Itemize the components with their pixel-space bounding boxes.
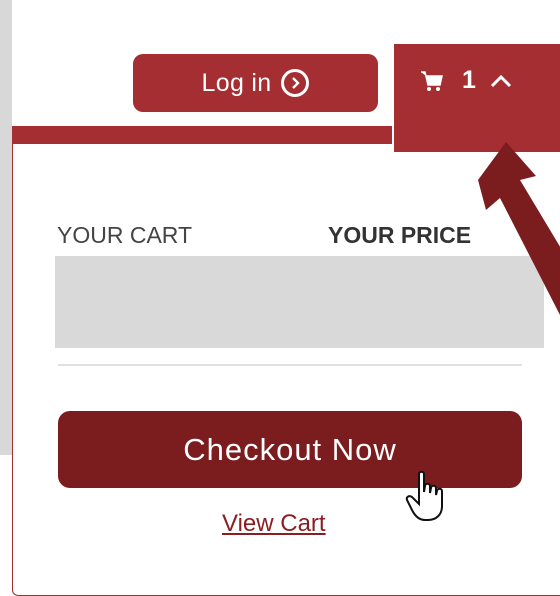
cart-toggle-button[interactable]: 1 <box>392 42 560 154</box>
view-cart-link[interactable]: View Cart <box>222 510 326 538</box>
column-your-price: YOUR PRICE <box>328 222 472 248</box>
column-your-cart: YOUR CART <box>57 222 193 248</box>
cart-count: 1 <box>462 66 476 94</box>
arrow-annotation-icon <box>478 142 560 315</box>
checkout-now-button[interactable]: Checkout Now <box>58 411 522 488</box>
chevron-right-circle-icon <box>281 69 310 97</box>
hand-pointer-icon <box>405 470 443 521</box>
login-button[interactable]: Log in <box>133 54 378 112</box>
shopping-cart-icon <box>421 70 443 91</box>
cart-divider <box>58 364 522 366</box>
login-label: Log in <box>201 68 272 97</box>
chevron-up-icon <box>490 74 511 87</box>
